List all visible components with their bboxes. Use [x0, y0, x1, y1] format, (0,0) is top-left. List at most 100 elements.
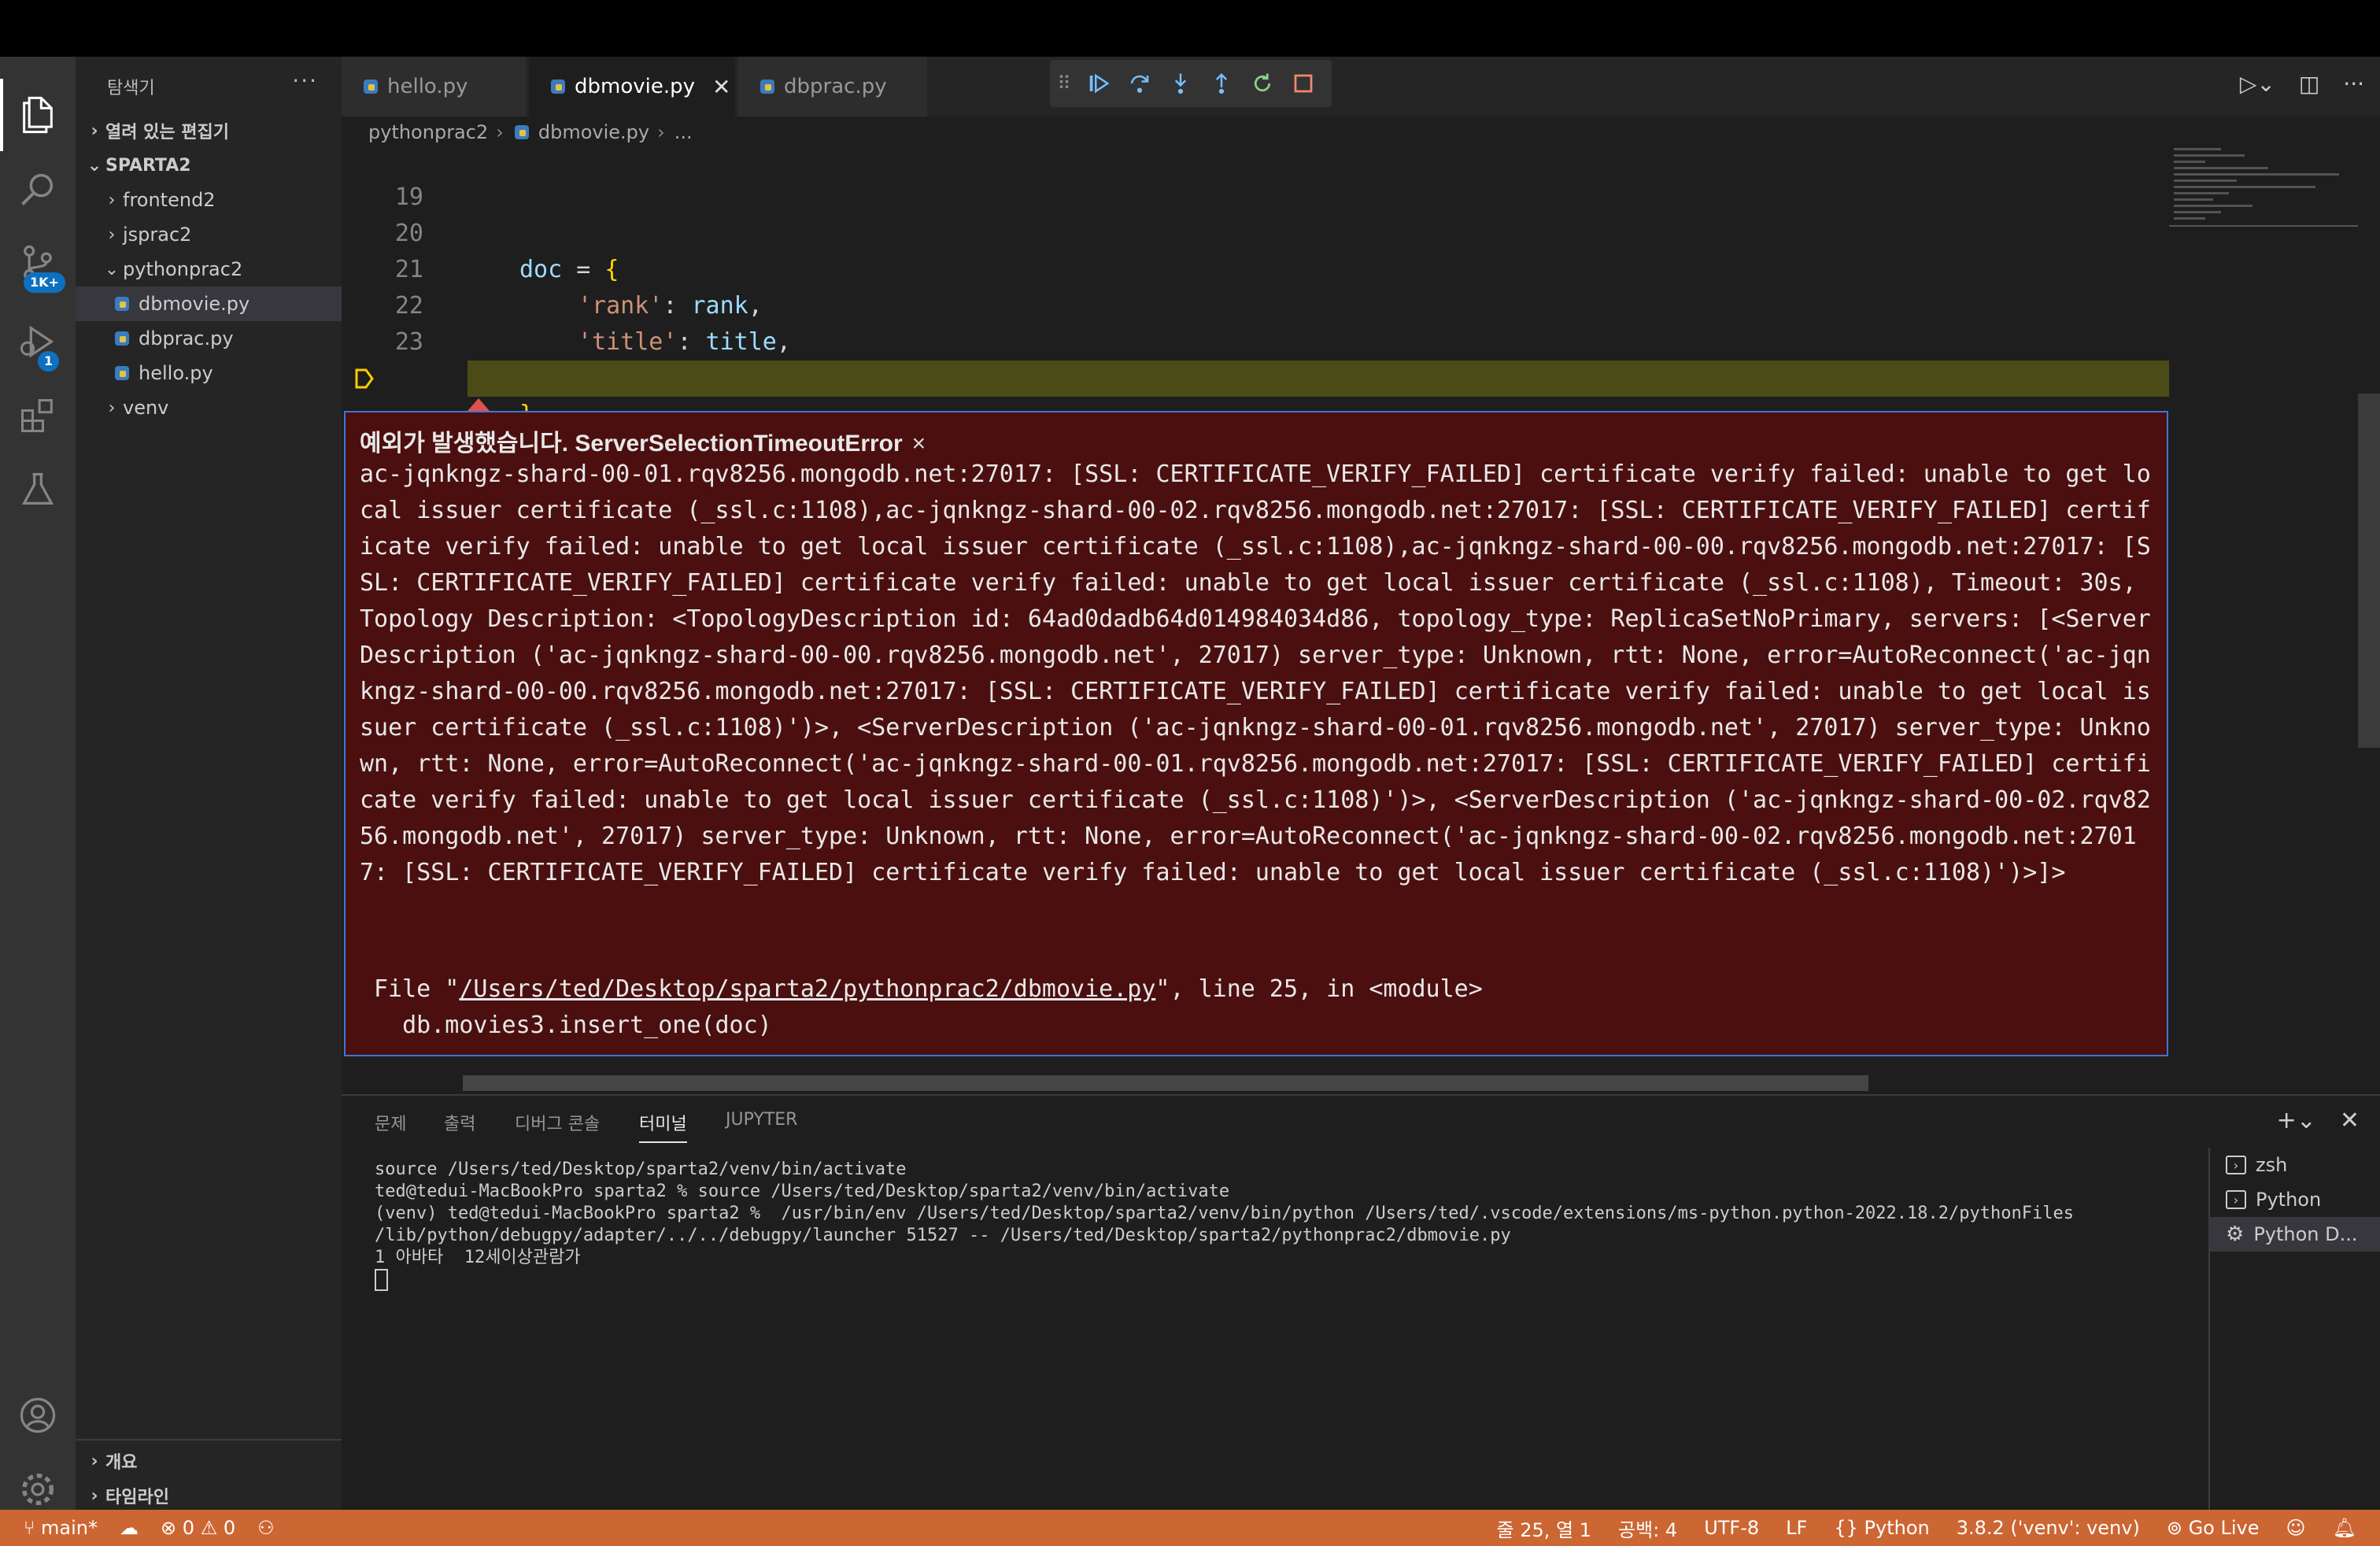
- stop-icon[interactable]: [1283, 60, 1324, 107]
- exception-title-text: 예외가 발생했습니다. ServerSelectionTimeoutError: [360, 431, 903, 457]
- breadcrumb-symbol[interactable]: ...: [674, 121, 693, 143]
- tree-item-frontend2[interactable]: › frontend2: [76, 183, 342, 217]
- current-line-highlight: [468, 361, 2169, 397]
- python-file-icon: [115, 366, 129, 380]
- python-file-icon: [760, 80, 774, 94]
- terminal-item-label: Python D...: [2253, 1223, 2358, 1245]
- debug-toolbar: ⠿: [1050, 60, 1332, 107]
- vertical-scrollbar[interactable]: [2358, 394, 2380, 748]
- problems-status[interactable]: ⊗ 0 ⚠ 0: [161, 1517, 235, 1539]
- sync-icon[interactable]: ☁: [120, 1517, 139, 1539]
- divider: [76, 1439, 342, 1441]
- testing-icon[interactable]: [0, 453, 76, 526]
- tab-dbprac[interactable]: dbprac.py: [738, 57, 927, 117]
- tab-hello[interactable]: hello.py: [342, 57, 526, 117]
- add-terminal-icon[interactable]: +⌄: [2277, 1107, 2316, 1134]
- eol[interactable]: LF: [1786, 1517, 1807, 1539]
- code-line: 22 'title': title,: [342, 252, 2169, 356]
- outline-section[interactable]: › 개요: [76, 1444, 342, 1478]
- stack-file-link[interactable]: /Users/ted/Desktop/sparta2/pythonprac2/d…: [459, 975, 1155, 1003]
- chevron-right-icon: ›: [91, 120, 98, 141]
- step-into-icon[interactable]: [1160, 60, 1201, 107]
- tree-item-dbprac[interactable]: dbprac.py: [76, 321, 342, 356]
- editor-tabs: hello.py dbmovie.py ✕ dbprac.py: [342, 57, 2380, 117]
- close-icon[interactable]: ✕: [712, 74, 730, 100]
- chevron-right-icon: ›: [657, 121, 665, 143]
- workspace-root[interactable]: ⌄ SPARTA2: [76, 148, 342, 183]
- notifications-icon[interactable]: 🔔︎: [2333, 1517, 2356, 1539]
- tab-debug-console[interactable]: 디버그 콘솔: [515, 1110, 600, 1135]
- tab-dbmovie[interactable]: dbmovie.py ✕: [529, 57, 735, 117]
- timeline-section[interactable]: › 타임라인: [76, 1478, 342, 1513]
- tab-problems[interactable]: 문제: [375, 1110, 406, 1135]
- branch-status[interactable]: ⑂ main*: [24, 1517, 98, 1539]
- tree-item-label: frontend2: [123, 189, 216, 211]
- more-actions-icon[interactable]: ···: [2343, 71, 2364, 97]
- error-count: 0: [182, 1517, 195, 1539]
- breadcrumb-folder[interactable]: pythonprac2: [368, 121, 488, 143]
- close-panel-icon[interactable]: ✕: [2340, 1107, 2360, 1134]
- search-icon[interactable]: [0, 153, 76, 225]
- stack-suffix: ", line 25, in <module>: [1155, 975, 1483, 1003]
- tab-output[interactable]: 출력: [444, 1110, 475, 1135]
- bottom-panel: 문제 출력 디버그 콘솔 터미널 JUPYTER +⌄ ✕ source /Us…: [342, 1094, 2380, 1511]
- tree-item-jsprac2[interactable]: › jsprac2: [76, 217, 342, 252]
- breadcrumb-file[interactable]: dbmovie.py: [538, 121, 649, 143]
- debug-status-icon[interactable]: ⚇: [257, 1517, 275, 1539]
- close-icon[interactable]: ×: [912, 431, 926, 457]
- chevron-right-icon: ›: [108, 190, 116, 210]
- chevron-down-icon: ⌄: [104, 259, 120, 279]
- code-line-current: 25 db.movies3.insert_one(doc): [342, 361, 2169, 573]
- code-line: 21 'rank': rank,: [342, 216, 2169, 320]
- indentation[interactable]: 공백: 4: [1618, 1515, 1677, 1542]
- language-label: Python: [1864, 1517, 1930, 1539]
- run-debug-icon[interactable]: 1: [0, 305, 76, 378]
- minimap[interactable]: [2169, 148, 2358, 1094]
- drag-handle-icon[interactable]: ⠿: [1050, 60, 1078, 107]
- exception-title: 예외가 발생했습니다. ServerSelectionTimeoutError ×: [360, 423, 926, 458]
- extensions-icon[interactable]: [0, 379, 76, 452]
- chevron-right-icon: ›: [91, 1451, 98, 1471]
- more-actions-icon[interactable]: ···: [292, 68, 318, 94]
- tree-item-venv[interactable]: › venv: [76, 390, 342, 425]
- tree-item-dbmovie[interactable]: dbmovie.py: [76, 287, 342, 321]
- open-editors-section[interactable]: › 열려 있는 편집기: [76, 113, 342, 148]
- horizontal-scrollbar[interactable]: [463, 1075, 1868, 1091]
- terminal-item-python-debug[interactable]: ⚙ Python D...: [2210, 1217, 2380, 1252]
- tree-item-label: dbmovie.py: [139, 293, 250, 315]
- restart-icon[interactable]: [1242, 60, 1283, 107]
- status-left: ⑂ main* ☁ ⊗ 0 ⚠ 0 ⚇: [24, 1510, 275, 1546]
- status-bar: ⑂ main* ☁ ⊗ 0 ⚠ 0 ⚇ 줄 25, 열 1 공백: 4 UTF-…: [0, 1510, 2380, 1546]
- python-file-icon: [115, 297, 129, 311]
- encoding[interactable]: UTF-8: [1704, 1517, 1759, 1539]
- breakpoint-arrow-icon: [355, 368, 374, 389]
- split-editor-icon[interactable]: ◫: [2299, 71, 2319, 97]
- tab-terminal[interactable]: 터미널: [639, 1110, 687, 1143]
- continue-icon[interactable]: [1078, 60, 1119, 107]
- run-icon[interactable]: ▷⌄: [2240, 71, 2275, 97]
- panel-actions: +⌄ ✕: [2277, 1107, 2360, 1134]
- cursor-position[interactable]: 줄 25, 열 1: [1497, 1515, 1591, 1542]
- python-file-icon: [115, 331, 129, 346]
- explorer-icon[interactable]: [0, 79, 76, 151]
- tree-item-label: hello.py: [139, 362, 213, 384]
- source-control-icon[interactable]: 1K+: [0, 227, 76, 299]
- tree-item-label: pythonprac2: [123, 258, 243, 280]
- terminal-item-python[interactable]: › Python: [2210, 1182, 2380, 1217]
- terminal-item-zsh[interactable]: › zsh: [2210, 1148, 2380, 1182]
- interpreter[interactable]: 3.8.2 ('venv': venv): [1957, 1517, 2140, 1539]
- account-icon[interactable]: [0, 1379, 76, 1452]
- step-over-icon[interactable]: [1119, 60, 1160, 107]
- feedback-icon[interactable]: ☺: [2286, 1517, 2306, 1539]
- terminal-output[interactable]: source /Users/ted/Desktop/sparta2/venv/b…: [375, 1159, 2208, 1291]
- step-out-icon[interactable]: [1201, 60, 1242, 107]
- tree-item-pythonprac2[interactable]: ⌄ pythonprac2: [76, 252, 342, 287]
- tab-jupyter[interactable]: JUPYTER: [726, 1110, 797, 1130]
- tree-item-hello[interactable]: hello.py: [76, 356, 342, 390]
- tree-item-label: jsprac2: [123, 224, 192, 246]
- debug-badge: 1: [38, 351, 60, 372]
- stack-code: db.movies3.insert_one(doc): [402, 1012, 772, 1039]
- chevron-right-icon: ›: [108, 398, 116, 418]
- language-mode[interactable]: {} Python: [1834, 1517, 1929, 1539]
- go-live[interactable]: ⊚ Go Live: [2167, 1517, 2260, 1539]
